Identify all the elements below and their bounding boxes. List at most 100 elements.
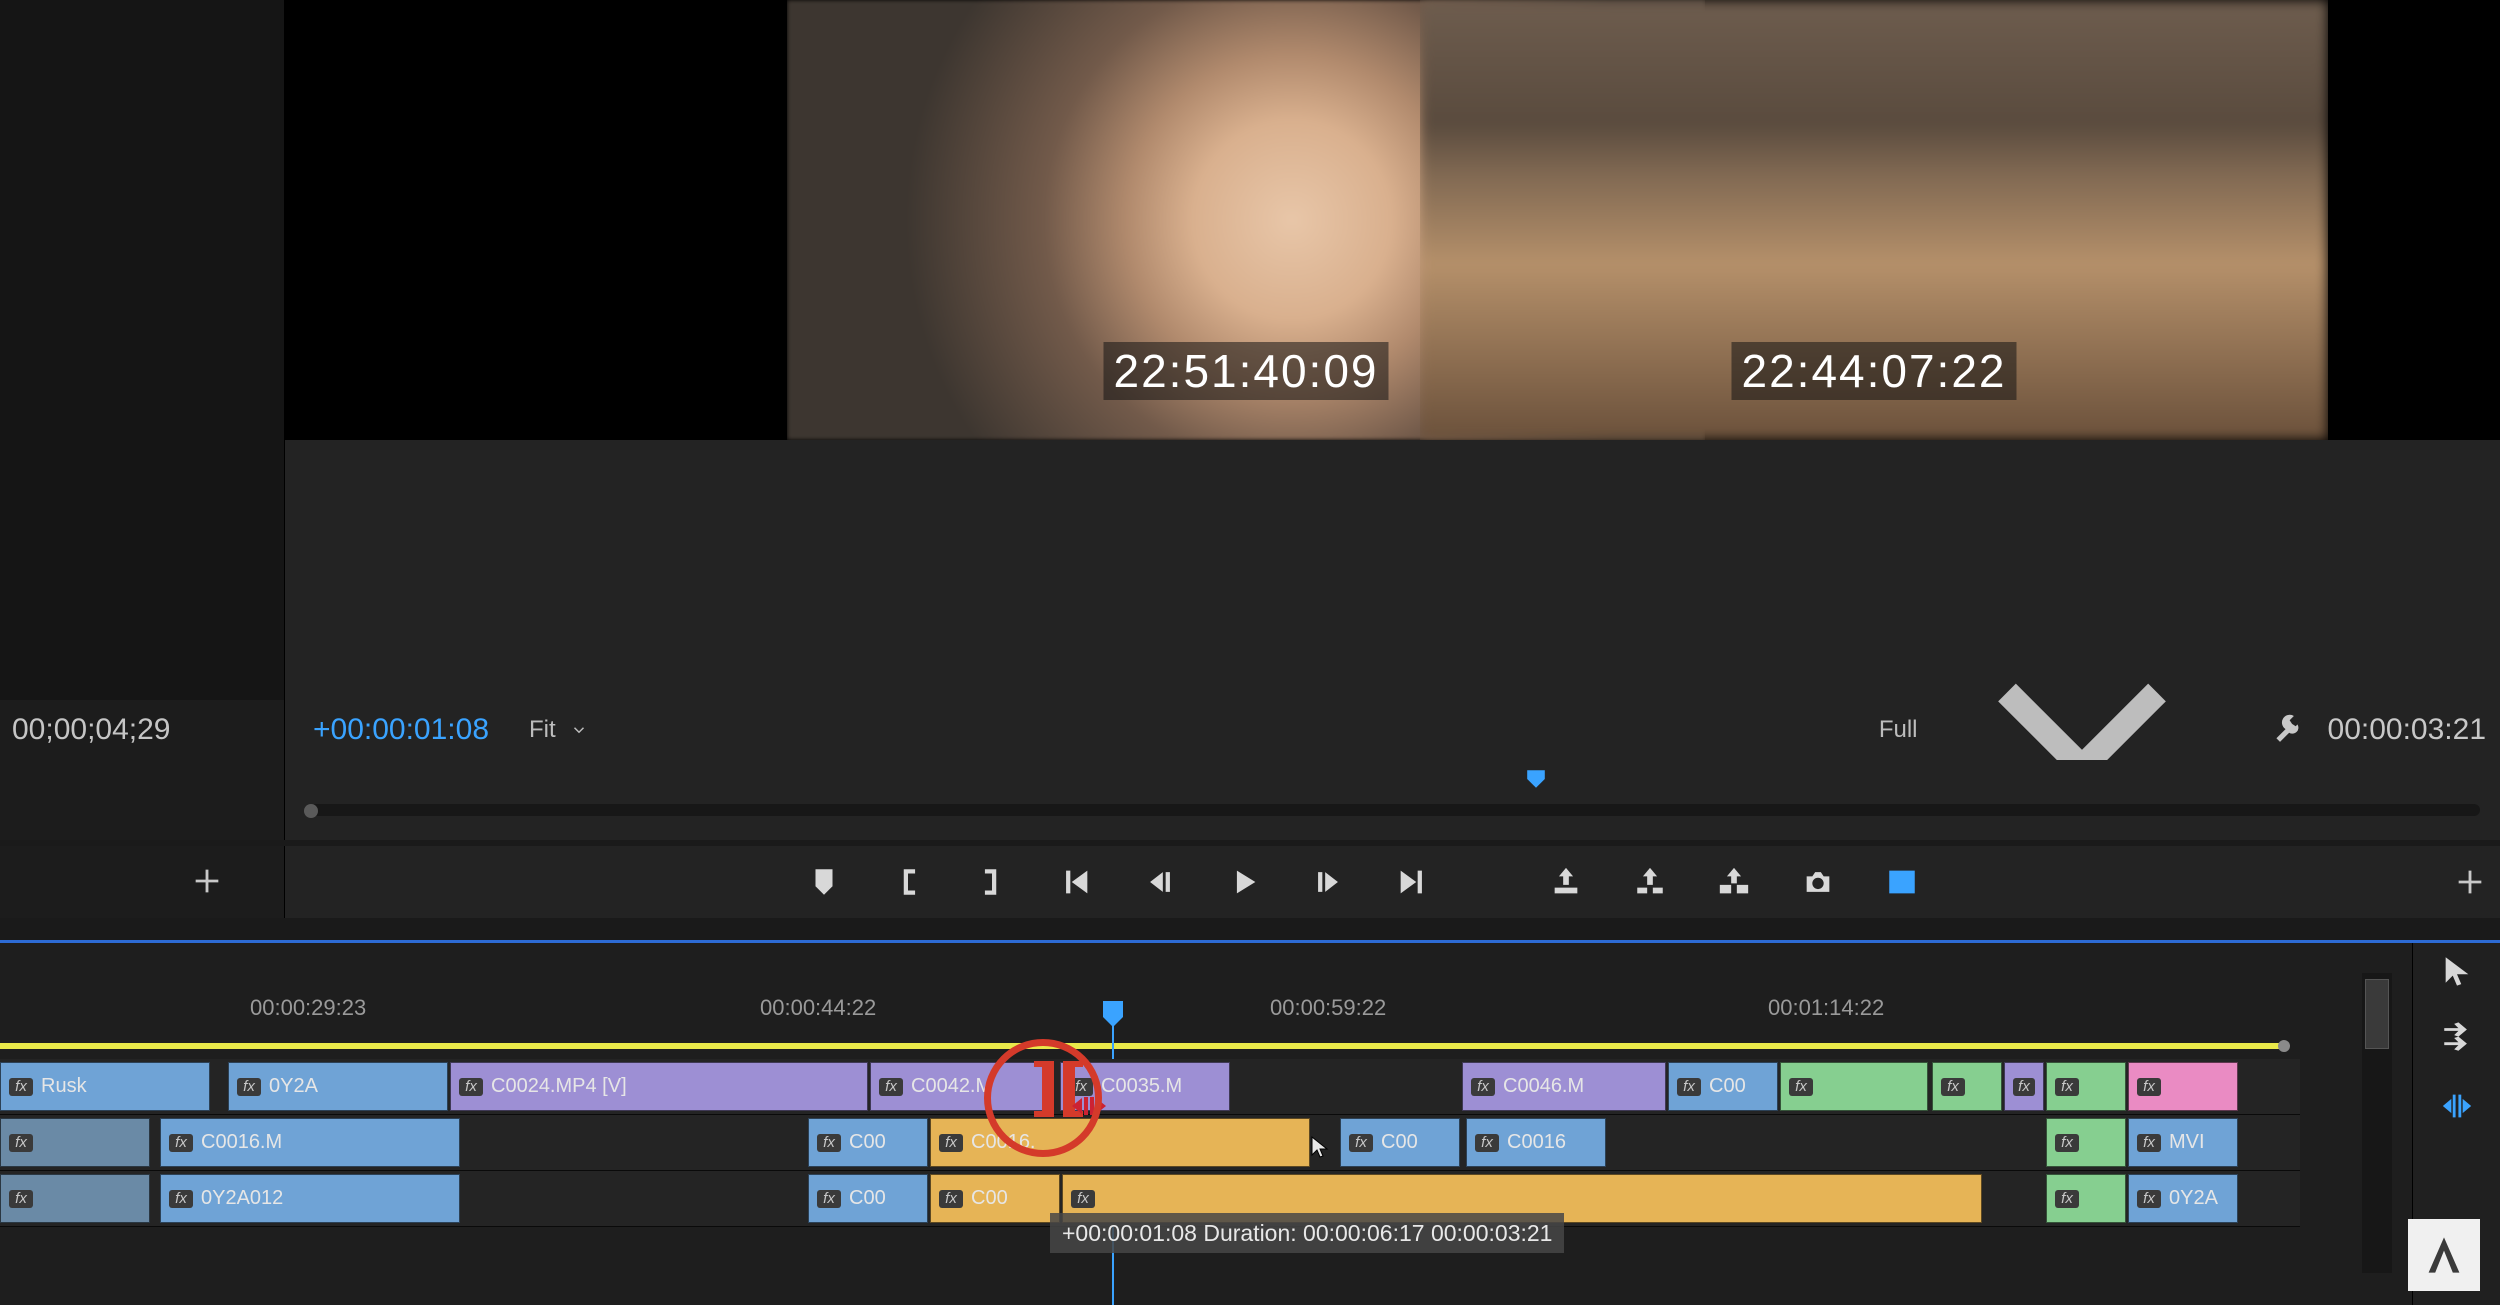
fx-badge-icon: fx bbox=[2013, 1078, 2035, 1096]
transport-left-pad bbox=[0, 846, 285, 918]
left-source-panel bbox=[0, 0, 285, 700]
go-to-out-icon[interactable] bbox=[1395, 865, 1429, 899]
playback-resolution-label: Full bbox=[1879, 716, 1918, 744]
program-position-track[interactable] bbox=[310, 804, 2480, 816]
fx-badge-icon: fx bbox=[169, 1134, 193, 1152]
clip[interactable]: fx bbox=[2128, 1062, 2238, 1111]
camera-export-icon[interactable] bbox=[1801, 865, 1835, 899]
clip[interactable]: fx C0042.M bbox=[870, 1062, 1048, 1111]
clip[interactable]: fx 0Y2A012 bbox=[160, 1174, 460, 1223]
selection-tool-icon[interactable] bbox=[2440, 953, 2474, 987]
clip[interactable]: fx C0046.M bbox=[1462, 1062, 1666, 1111]
fx-badge-icon: fx bbox=[939, 1190, 963, 1208]
time-ruler[interactable]: 00:00:29:23 00:00:44:22 00:00:59:22 00:0… bbox=[0, 995, 2300, 1039]
clip-label: 0Y2A012 bbox=[201, 1187, 283, 1210]
work-area-handle[interactable] bbox=[2278, 1040, 2290, 1052]
clip[interactable]: fx bbox=[1932, 1062, 2002, 1111]
clip-label: C0016. bbox=[971, 1131, 1036, 1154]
ripple-edit-tool-icon[interactable] bbox=[2440, 1089, 2474, 1123]
play-icon[interactable] bbox=[1227, 865, 1261, 899]
add-marker-icon[interactable] bbox=[807, 865, 841, 899]
clip[interactable]: fx bbox=[0, 1174, 150, 1223]
source-timecode[interactable]: 00;00;04;29 bbox=[0, 700, 285, 760]
clip-label: C0046.M bbox=[1503, 1075, 1584, 1098]
video-watermark-logo bbox=[2408, 1219, 2480, 1291]
program-playhead-marker[interactable] bbox=[1525, 768, 1547, 790]
scrubber-left-pad bbox=[0, 760, 285, 840]
fx-badge-icon: fx bbox=[1071, 1190, 1095, 1208]
video-track-v2[interactable]: fxRuskfx0Y2AfxC0024.MP4 [V]fxC0042.MfxC0… bbox=[0, 1059, 2300, 1115]
fx-badge-icon: fx bbox=[9, 1078, 33, 1096]
video-track-v1[interactable]: fxfxC0016.MfxC00fxC0016.fxC00fxC0016fxfx… bbox=[0, 1115, 2300, 1171]
timeline[interactable]: 00:00:29:23 00:00:44:22 00:00:59:22 00:0… bbox=[0, 943, 2300, 1305]
fx-badge-icon: fx bbox=[939, 1134, 963, 1152]
clip[interactable]: fxC0016 bbox=[1466, 1118, 1606, 1167]
extract-icon[interactable] bbox=[1633, 865, 1667, 899]
playhead-handle[interactable] bbox=[1103, 1001, 1123, 1017]
clip-label: C00 bbox=[849, 1187, 886, 1210]
ruler-tick: 00:00:59:22 bbox=[1270, 995, 1386, 1021]
tracks: fxRuskfx0Y2AfxC0024.MP4 [V]fxC0042.MfxC0… bbox=[0, 1059, 2300, 1227]
clip-label: C00 bbox=[849, 1131, 886, 1154]
export-frame-multi-icon[interactable] bbox=[1717, 865, 1751, 899]
zoom-level-select[interactable]: Fit bbox=[517, 712, 600, 748]
clip[interactable]: fxC00 bbox=[1668, 1062, 1778, 1111]
timeline-vertical-scrollbar[interactable] bbox=[2362, 973, 2392, 1273]
comparison-view-icon[interactable] bbox=[1885, 865, 1919, 899]
clip[interactable]: fxRusk bbox=[0, 1062, 210, 1111]
step-forward-icon[interactable] bbox=[1311, 865, 1345, 899]
clip[interactable]: fx bbox=[1780, 1062, 1928, 1111]
fx-badge-icon: fx bbox=[2055, 1190, 2079, 1208]
fx-badge-icon: fx bbox=[2055, 1134, 2079, 1152]
transport-bar bbox=[0, 846, 2500, 918]
clip[interactable]: fxC00 bbox=[930, 1174, 1060, 1223]
fx-badge-icon: fx bbox=[1471, 1078, 1495, 1096]
fx-badge-icon: fx bbox=[1941, 1078, 1965, 1096]
fx-badge-icon: fx bbox=[2137, 1190, 2161, 1208]
program-timecode[interactable]: 00:00:03:21 bbox=[2328, 713, 2500, 747]
step-back-icon[interactable] bbox=[1143, 865, 1177, 899]
fx-badge-icon: fx bbox=[169, 1190, 193, 1208]
clip[interactable]: fxC00 bbox=[808, 1118, 928, 1167]
tooltip-duration-label: Duration: bbox=[1203, 1220, 1296, 1247]
clip[interactable]: fxC0024.MP4 [V] bbox=[450, 1062, 868, 1111]
clip[interactable]: fx bbox=[0, 1118, 150, 1167]
trim-edge-out[interactable] bbox=[1042, 1063, 1054, 1115]
clip-label: C0016.M bbox=[201, 1131, 282, 1154]
scrollbar-thumb[interactable] bbox=[2365, 979, 2389, 1049]
clip[interactable]: fx C0016.M bbox=[160, 1118, 460, 1167]
fx-badge-icon: fx bbox=[1677, 1078, 1701, 1096]
wrench-settings-icon[interactable] bbox=[2274, 713, 2308, 747]
track-start-knob[interactable] bbox=[304, 804, 318, 818]
clip-label: C0024.MP4 [V] bbox=[491, 1075, 627, 1098]
fx-badge-icon: fx bbox=[1349, 1134, 1373, 1152]
work-area-bar[interactable] bbox=[0, 1043, 2282, 1049]
fx-badge-icon: fx bbox=[879, 1078, 903, 1096]
clip[interactable]: fxMVI bbox=[2128, 1118, 2238, 1167]
fx-badge-icon: fx bbox=[1475, 1134, 1499, 1152]
trim-offset-timecode[interactable]: +00:00:01:08 bbox=[285, 713, 517, 747]
clip[interactable]: fx C0016. bbox=[930, 1118, 1310, 1167]
trim-preview-in: 22:44:07:22 bbox=[1420, 0, 2328, 440]
mark-in-icon[interactable] bbox=[891, 865, 925, 899]
clip[interactable]: fx 0Y2A bbox=[2128, 1174, 2238, 1223]
burn-in-timecode: 22:51:40:09 bbox=[1103, 342, 1388, 400]
go-to-in-icon[interactable] bbox=[1059, 865, 1093, 899]
program-monitor[interactable]: 22:51:40:09 22:44:07:22 bbox=[285, 0, 2500, 440]
add-button-icon[interactable] bbox=[2453, 865, 2487, 899]
clip[interactable]: fx C00 bbox=[808, 1174, 928, 1223]
lift-icon[interactable] bbox=[1549, 865, 1583, 899]
fx-badge-icon: fx bbox=[9, 1190, 33, 1208]
clip[interactable]: fx bbox=[2046, 1062, 2126, 1111]
clip[interactable]: fx bbox=[2046, 1174, 2126, 1223]
fx-badge-icon: fx bbox=[817, 1190, 841, 1208]
clip[interactable]: fxC00 bbox=[1340, 1118, 1460, 1167]
clip[interactable]: fx bbox=[2046, 1118, 2126, 1167]
clip[interactable]: fx0Y2A bbox=[228, 1062, 448, 1111]
add-button-icon[interactable] bbox=[190, 864, 224, 898]
mark-out-icon[interactable] bbox=[975, 865, 1009, 899]
track-select-tool-icon[interactable] bbox=[2440, 1021, 2474, 1055]
clip[interactable]: fx bbox=[2004, 1062, 2044, 1111]
clip-label: 0Y2A bbox=[2169, 1187, 2218, 1210]
clip-label: C0042.M bbox=[911, 1075, 992, 1098]
